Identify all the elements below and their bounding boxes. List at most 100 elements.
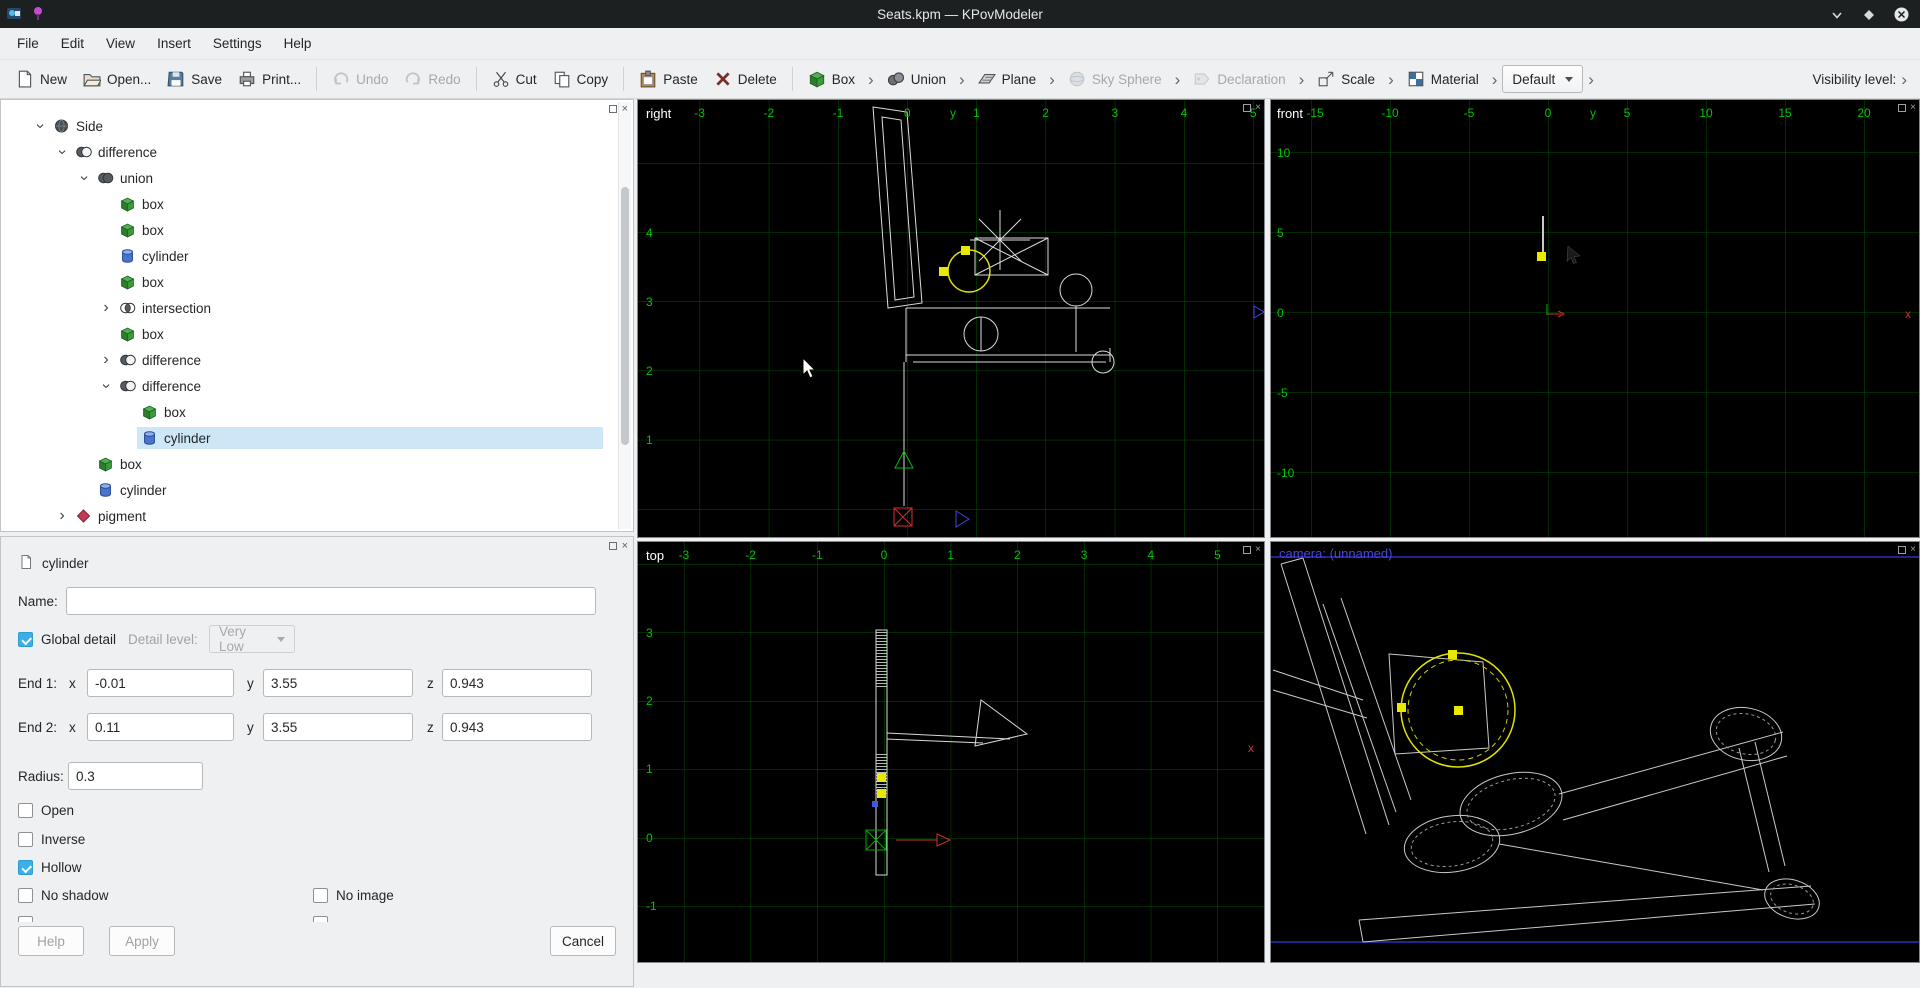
menu-edit[interactable]: Edit xyxy=(50,30,95,57)
maximize-button[interactable] xyxy=(1861,7,1877,23)
expander-icon[interactable]: › xyxy=(97,352,115,368)
tree-item-box[interactable]: box xyxy=(1,321,617,347)
menu-insert[interactable]: Insert xyxy=(146,30,202,57)
camera-view-canvas[interactable]: camera: (unnamed) xyxy=(1271,542,1919,962)
expander-icon[interactable]: › xyxy=(76,169,92,187)
open-button[interactable]: Open... xyxy=(75,65,159,93)
paste-button[interactable]: Paste xyxy=(631,65,706,93)
hollow-checkbox[interactable] xyxy=(18,860,33,875)
tree-scrollbar[interactable] xyxy=(618,102,631,529)
delete-button[interactable]: Delete xyxy=(706,65,785,93)
panel-float-icon[interactable] xyxy=(609,105,617,113)
tree-item-box[interactable]: box xyxy=(1,217,617,243)
toolbar-section-chevron[interactable]: › xyxy=(1294,71,1310,88)
control-point[interactable] xyxy=(1454,706,1463,715)
viewport-camera[interactable]: camera: (unnamed) × xyxy=(1270,541,1920,963)
material-button[interactable]: Material xyxy=(1399,65,1487,93)
viewport-float-icon[interactable] xyxy=(1243,104,1251,112)
insert-union-button[interactable]: Union xyxy=(879,65,954,93)
name-input[interactable] xyxy=(66,587,596,615)
undo-button[interactable]: Undo xyxy=(324,65,396,93)
viewport-close-icon[interactable]: × xyxy=(1910,102,1916,113)
viewport-float-icon[interactable] xyxy=(1898,546,1906,554)
end1-z-input[interactable] xyxy=(442,669,592,697)
tree-item-difference[interactable]: ›difference xyxy=(1,373,617,399)
viewport-float-icon[interactable] xyxy=(1898,104,1906,112)
menu-help[interactable]: Help xyxy=(273,30,323,57)
tree-item-union[interactable]: ›union xyxy=(1,165,617,191)
minimize-button[interactable] xyxy=(1829,7,1845,23)
tree-item-side[interactable]: ›Side xyxy=(1,113,617,139)
control-point[interactable] xyxy=(1397,703,1406,712)
viewport-close-icon[interactable]: × xyxy=(1255,544,1261,555)
control-point[interactable] xyxy=(939,267,948,276)
toolbar-section-chevron[interactable]: › xyxy=(1170,71,1186,88)
tree-item-cylinder[interactable]: cylinder xyxy=(1,243,617,269)
right-view-canvas[interactable]: right -3 -2 -1 0 y 1 2 3 4 5 4 3 2 1 xyxy=(638,100,1264,537)
expander-icon[interactable]: › xyxy=(54,143,70,161)
control-point[interactable] xyxy=(961,246,970,255)
global-detail-checkbox[interactable] xyxy=(18,632,33,647)
viewport-right[interactable]: right -3 -2 -1 0 y 1 2 3 4 5 4 3 2 1 × xyxy=(637,99,1265,538)
viewport-float-icon[interactable] xyxy=(1243,546,1251,554)
clipped-checkbox[interactable] xyxy=(313,916,328,922)
apply-button[interactable]: Apply xyxy=(109,926,175,956)
toolbar-section-chevron[interactable]: › xyxy=(1383,71,1399,88)
viewport-front[interactable]: x front -15 -10 -5 0 y 5 10 15 20 10 5 0… xyxy=(1270,99,1920,538)
no-image-checkbox[interactable] xyxy=(313,888,328,903)
tree-item-box[interactable]: box xyxy=(1,399,617,425)
tree-item-box[interactable]: box xyxy=(1,269,617,295)
viewport-close-icon[interactable]: × xyxy=(1255,102,1261,113)
save-button[interactable]: Save xyxy=(159,65,230,93)
viewport-close-icon[interactable]: × xyxy=(1910,544,1916,555)
toolbar-section-chevron[interactable]: › xyxy=(1487,71,1503,88)
control-point[interactable] xyxy=(1448,650,1457,659)
toolbar-section-chevron[interactable]: › xyxy=(863,71,879,88)
print-button[interactable]: Print... xyxy=(230,65,309,93)
copy-button[interactable]: Copy xyxy=(545,65,617,93)
tree-item-intersection[interactable]: ›intersection xyxy=(1,295,617,321)
cut-button[interactable]: Cut xyxy=(484,65,545,93)
tree-item-pigment[interactable]: ›pigment xyxy=(1,503,617,529)
insert-box-button[interactable]: Box xyxy=(800,65,863,93)
insert-declaration-button[interactable]: Declaration xyxy=(1185,65,1293,93)
new-button[interactable]: New xyxy=(8,65,75,93)
scale-button[interactable]: Scale xyxy=(1309,65,1383,93)
end1-x-input[interactable] xyxy=(87,669,234,697)
end2-y-input[interactable] xyxy=(263,713,413,741)
tree-item-box[interactable]: box xyxy=(1,451,617,477)
redo-button[interactable]: Redo xyxy=(396,65,468,93)
insert-plane-button[interactable]: Plane xyxy=(970,65,1045,93)
panel-close-icon[interactable]: × xyxy=(622,103,628,115)
close-button[interactable] xyxy=(1893,6,1910,23)
menu-file[interactable]: File xyxy=(6,30,50,57)
toolbar-section-chevron[interactable]: › xyxy=(1044,71,1060,88)
expander-icon[interactable]: › xyxy=(98,377,114,395)
panel-close-icon[interactable]: × xyxy=(622,540,628,552)
tree-item-cylinder-selected[interactable]: cylinder xyxy=(1,425,617,451)
expander-icon[interactable]: › xyxy=(97,300,115,316)
clipped-checkbox[interactable] xyxy=(18,916,33,922)
control-point[interactable] xyxy=(877,789,886,798)
control-point[interactable] xyxy=(1537,252,1546,261)
insert-sky-sphere-button[interactable]: Sky Sphere xyxy=(1060,65,1170,93)
inverse-checkbox[interactable] xyxy=(18,832,33,847)
expander-icon[interactable]: › xyxy=(53,508,71,524)
radius-input[interactable] xyxy=(68,762,203,790)
menu-view[interactable]: View xyxy=(95,30,146,57)
tree-item-difference[interactable]: ›difference xyxy=(1,347,617,373)
viewport-top[interactable]: x top -3 -2 -1 0 1 2 3 4 5 3 2 1 0 -1 × xyxy=(637,541,1265,963)
pin-icon[interactable] xyxy=(30,5,46,21)
end2-x-input[interactable] xyxy=(87,713,234,741)
tree-item-difference[interactable]: ›difference xyxy=(1,139,617,165)
top-view-canvas[interactable]: x top -3 -2 -1 0 1 2 3 4 5 3 2 1 0 -1 xyxy=(638,542,1264,962)
panel-float-icon[interactable] xyxy=(609,542,617,550)
menu-settings[interactable]: Settings xyxy=(202,30,273,57)
front-view-canvas[interactable]: x front -15 -10 -5 0 y 5 10 15 20 10 5 0… xyxy=(1271,100,1919,537)
toolbar-section-chevron[interactable]: › xyxy=(1583,71,1599,88)
expander-icon[interactable]: › xyxy=(32,117,48,135)
end1-y-input[interactable] xyxy=(263,669,413,697)
control-point[interactable] xyxy=(877,773,886,782)
detail-level-combobox[interactable]: Very Low xyxy=(209,625,295,653)
open-checkbox[interactable] xyxy=(18,803,33,818)
